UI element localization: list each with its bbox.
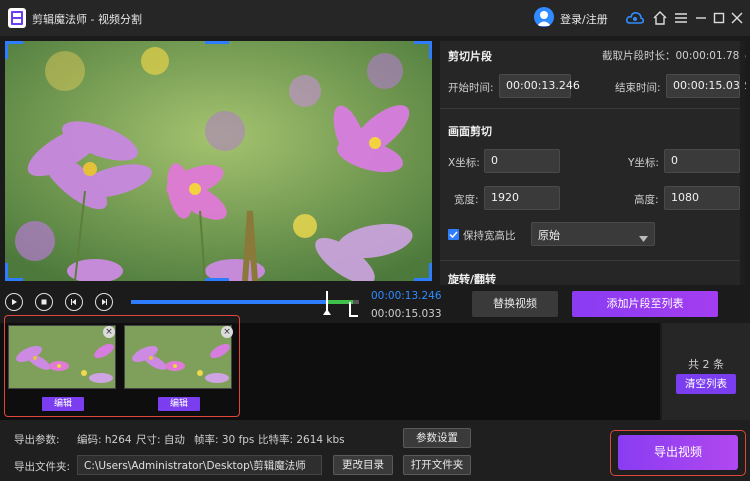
- section-divider: [440, 260, 745, 261]
- size-info: 尺寸: 自动: [136, 434, 185, 446]
- segment-start-handle[interactable]: [323, 291, 331, 315]
- page-name: 视频分割: [97, 13, 142, 26]
- start-time-label: 开始时间:: [448, 82, 494, 94]
- replace-video-button[interactable]: 替换视频: [472, 291, 558, 317]
- clip-section-title: 剪切片段: [448, 50, 492, 63]
- width-field[interactable]: 1920: [484, 186, 560, 210]
- avatar-icon[interactable]: [534, 7, 554, 27]
- play-icon[interactable]: [5, 293, 23, 311]
- end-time-label: 结束时间:: [615, 82, 661, 94]
- rotate-section-title: 旋转/翻转: [448, 273, 497, 284]
- current-time: 00:00:13.246: [371, 290, 442, 302]
- home-icon[interactable]: [651, 9, 669, 27]
- close-icon[interactable]: [728, 9, 746, 27]
- clip-count: 共 2 条: [688, 358, 724, 371]
- window-title: 剪辑魔法师 - 视频分割: [32, 11, 142, 27]
- cloud-service-icon[interactable]: [626, 9, 644, 27]
- crop-handle[interactable]: [5, 263, 8, 281]
- clip-edit-button[interactable]: 编辑: [42, 397, 84, 411]
- fps-info: 帧率: 30 fps: [194, 434, 255, 446]
- menu-icon[interactable]: [672, 9, 690, 27]
- duration-value: 00:00:01.786: [675, 50, 747, 62]
- ratio-select[interactable]: 原始: [531, 222, 655, 246]
- maximize-icon[interactable]: [710, 9, 728, 27]
- timeline-progress: [131, 300, 327, 304]
- duration-label: 截取片段时长：00:00:01.786: [602, 50, 747, 62]
- crop-handle[interactable]: [429, 263, 432, 281]
- height-label: 高度:: [634, 194, 659, 206]
- flower-video-frame: [5, 41, 432, 281]
- codec-info: 编码: h264: [77, 434, 132, 446]
- clip-thumbnail[interactable]: [124, 325, 232, 389]
- dropdown-arrow-icon: [639, 232, 648, 245]
- y-coord-field[interactable]: 0: [664, 149, 740, 173]
- stop-icon[interactable]: [35, 293, 53, 311]
- segment-end-handle[interactable]: [349, 302, 359, 318]
- crop-handle[interactable]: [429, 41, 432, 59]
- end-time: 00:00:15.033: [371, 308, 442, 320]
- app-logo-icon: [8, 8, 26, 28]
- crop-section-title: 画面剪切: [448, 125, 492, 138]
- export-folder-path[interactable]: C:\Users\Administrator\Desktop\剪辑魔法师: [77, 455, 322, 475]
- start-time-field[interactable]: 00:00:13.246: [499, 74, 580, 98]
- export-folder-label: 导出文件夹:: [14, 461, 71, 473]
- change-directory-button[interactable]: 更改目录: [333, 455, 393, 475]
- checkbox-icon[interactable]: [448, 229, 459, 240]
- export-video-button[interactable]: 导出视频: [618, 435, 738, 470]
- login-link[interactable]: 登录/注册: [560, 11, 608, 27]
- add-to-list-button[interactable]: 添加片段至列表: [572, 291, 718, 317]
- section-divider: [440, 108, 745, 109]
- title-separator: -: [87, 13, 98, 26]
- ratio-select-value: 原始: [538, 229, 560, 242]
- export-params-label: 导出参数:: [14, 434, 60, 446]
- clear-list-button[interactable]: 清空列表: [676, 374, 736, 394]
- crop-handle[interactable]: [5, 41, 8, 59]
- bitrate-info: 比特率: 2614 kbs: [258, 434, 345, 446]
- clip-edit-button[interactable]: 编辑: [158, 397, 200, 411]
- crop-handle[interactable]: [205, 41, 229, 44]
- app-name: 剪辑魔法师: [32, 13, 87, 26]
- clip-thumbnail[interactable]: [8, 325, 116, 389]
- width-label: 宽度:: [454, 194, 479, 206]
- keep-ratio-label: 保持宽高比: [463, 230, 516, 242]
- x-coord-field[interactable]: 0: [484, 149, 560, 173]
- next-frame-icon[interactable]: [95, 293, 113, 311]
- crop-handle[interactable]: [205, 278, 229, 281]
- y-coord-label: Y坐标:: [628, 157, 659, 169]
- panel-scrollbar[interactable]: [740, 41, 745, 285]
- end-time-field[interactable]: 00:00:15.032: [666, 74, 747, 98]
- x-coord-label: X坐标:: [448, 157, 480, 169]
- clip-remove-icon[interactable]: ×: [103, 326, 115, 338]
- prev-frame-icon[interactable]: [65, 293, 83, 311]
- minimize-icon[interactable]: [692, 9, 710, 27]
- height-field[interactable]: 1080: [664, 186, 740, 210]
- video-preview[interactable]: [5, 41, 432, 281]
- open-folder-button[interactable]: 打开文件夹: [403, 455, 471, 475]
- params-settings-button[interactable]: 参数设置: [403, 428, 471, 448]
- clip-remove-icon[interactable]: ×: [221, 326, 233, 338]
